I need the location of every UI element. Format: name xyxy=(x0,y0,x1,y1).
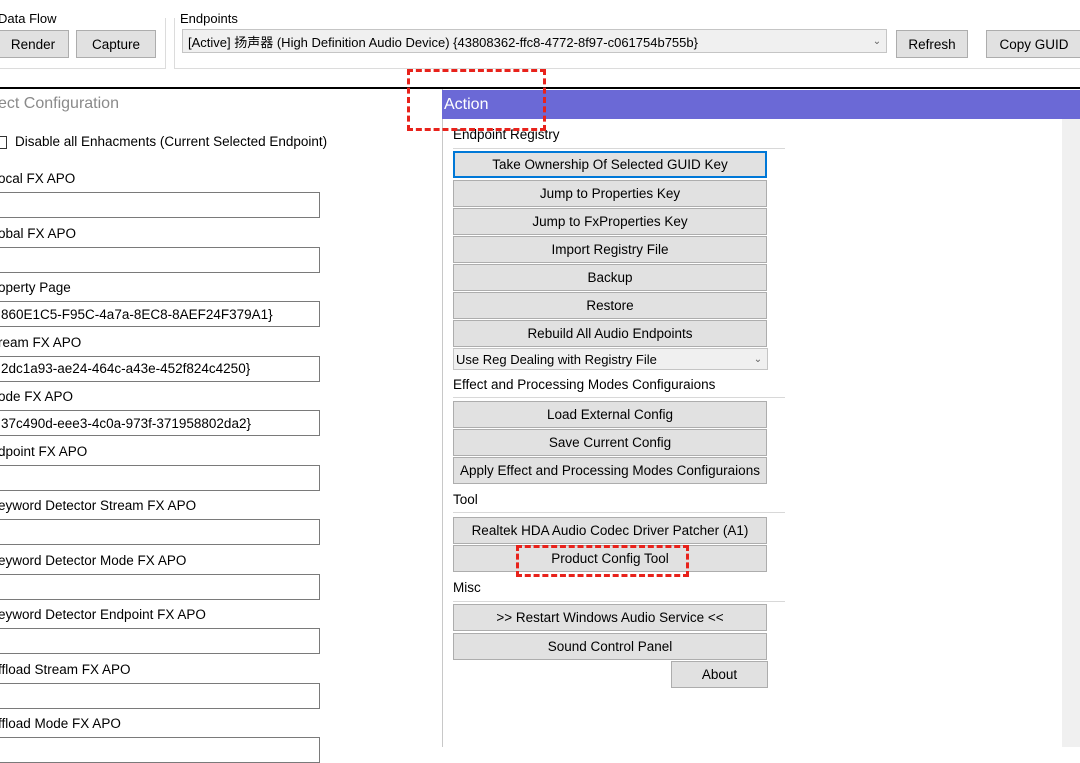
apo-field-input[interactable] xyxy=(0,573,320,600)
endpoint-select[interactable]: [Active] 扬声器 (High Definition Audio Devi… xyxy=(182,29,887,53)
apo-field-input[interactable] xyxy=(0,737,320,763)
endpoint-select-value: [Active] 扬声器 (High Definition Audio Devi… xyxy=(188,34,698,50)
apo-field-label: eyword Detector Mode FX APO xyxy=(0,552,187,568)
jump-fxproperties-button[interactable]: Jump to FxProperties Key xyxy=(453,208,767,235)
apo-field-label: obal FX APO xyxy=(0,225,77,241)
misc-title: Misc xyxy=(453,580,481,595)
effect-config-header: ect Configuration xyxy=(0,95,119,112)
highlight-action-header xyxy=(407,69,546,131)
render-button[interactable]: Render xyxy=(0,30,69,58)
apo-field-input[interactable] xyxy=(0,628,320,654)
apo-field-label: operty Page xyxy=(0,280,71,295)
apo-field-label: ream FX APO xyxy=(0,334,82,350)
chevron-down-icon: ⌄ xyxy=(753,353,763,365)
sound-panel-button[interactable]: Sound Control Panel xyxy=(453,633,767,660)
apo-field-label: ocal FX APO xyxy=(0,171,76,186)
restart-audio-button[interactable]: >> Restart Windows Audio Service << xyxy=(453,604,767,631)
section-divider xyxy=(453,512,785,513)
apo-field-label: eyword Detector Stream FX APO xyxy=(0,498,197,513)
apo-field-label: ffload Stream FX APO xyxy=(0,661,131,677)
apo-field-input[interactable]: 37c490d-eee3-4c0a-973f-371958802da2} xyxy=(0,410,320,436)
rebuild-endpoints-button[interactable]: Rebuild All Audio Endpoints xyxy=(453,320,767,347)
save-config-button[interactable]: Save Current Config xyxy=(453,429,767,456)
apply-config-button[interactable]: Apply Effect and Processing Modes Config… xyxy=(453,457,767,484)
highlight-product-config xyxy=(516,545,689,577)
effect-modes-title: Effect and Processing Modes Configuraion… xyxy=(453,377,716,392)
section-divider xyxy=(453,148,785,149)
load-config-button[interactable]: Load External Config xyxy=(453,401,767,428)
disable-enhancements-checkbox[interactable] xyxy=(0,136,7,149)
jump-properties-button[interactable]: Jump to Properties Key xyxy=(453,180,767,207)
section-divider xyxy=(453,397,785,398)
apo-field-input[interactable] xyxy=(0,246,320,273)
apo-field-input[interactable] xyxy=(0,682,320,709)
apo-field-input[interactable]: 860E1C5-F95C-4a7a-8EC8-8AEF24F379A1} xyxy=(0,301,320,327)
capture-button[interactable]: Capture xyxy=(76,30,156,58)
about-button[interactable]: About xyxy=(671,661,768,688)
take-ownership-button[interactable]: Take Ownership Of Selected GUID Key xyxy=(453,151,767,178)
action-scrollbar[interactable] xyxy=(1062,119,1080,747)
disable-enhancements-label: Disable all Enhacments (Current Selected… xyxy=(15,134,328,149)
copy-guid-button[interactable]: Copy GUID xyxy=(986,30,1080,58)
refresh-button[interactable]: Refresh xyxy=(896,30,968,58)
tool-title: Tool xyxy=(453,492,478,507)
apo-field-label: eyword Detector Endpoint FX APO xyxy=(0,607,206,622)
restore-button[interactable]: Restore xyxy=(453,292,767,319)
apo-field-input[interactable] xyxy=(0,192,320,218)
realtek-patcher-button[interactable]: Realtek HDA Audio Codec Driver Patcher (… xyxy=(453,517,767,544)
apo-field-input[interactable] xyxy=(0,519,320,545)
chevron-down-icon: ⌄ xyxy=(872,35,882,47)
section-divider xyxy=(453,601,785,602)
apo-field-label: ffload Mode FX APO xyxy=(0,716,121,731)
reg-dealing-value: Use Reg Dealing with Registry File xyxy=(456,351,657,367)
apo-field-label: dpoint FX APO xyxy=(0,443,88,459)
reg-dealing-select[interactable]: Use Reg Dealing with Registry File ⌄ xyxy=(453,348,768,370)
backup-button[interactable]: Backup xyxy=(453,264,767,291)
apo-field-input[interactable] xyxy=(0,464,320,491)
apo-field-label: ode FX APO xyxy=(0,389,74,404)
import-registry-button[interactable]: Import Registry File xyxy=(453,236,767,263)
apo-field-input[interactable]: 2dc1a93-ae24-464c-a43e-452f824c4250} xyxy=(0,355,320,382)
